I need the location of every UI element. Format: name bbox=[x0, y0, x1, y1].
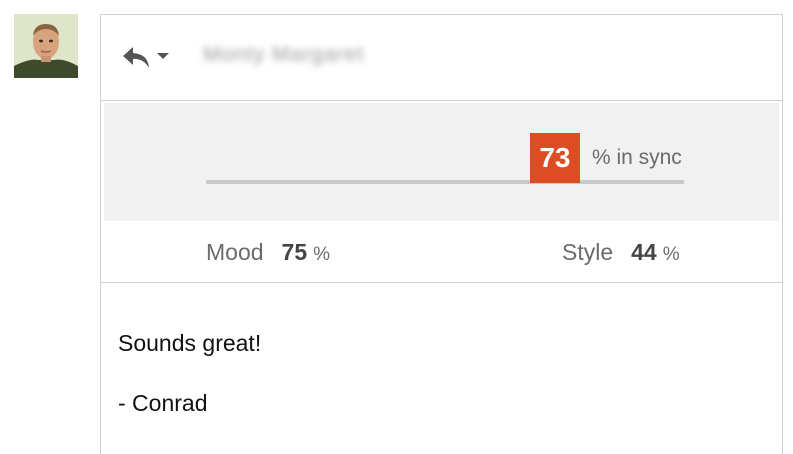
reply-icon[interactable] bbox=[121, 43, 151, 71]
message-line: Sounds great! bbox=[118, 330, 262, 356]
sync-panel: 73 % in sync bbox=[104, 103, 779, 221]
sync-progress-track bbox=[206, 180, 684, 184]
mood-value: 75 bbox=[281, 239, 308, 265]
mood-stat: Mood 75% bbox=[206, 239, 330, 266]
mood-label: Mood bbox=[206, 239, 264, 265]
style-label: Style bbox=[562, 239, 614, 265]
message-card: Monty Margaret 73 % in sync Mood 75% Styl… bbox=[100, 14, 783, 454]
mood-unit: % bbox=[313, 244, 331, 265]
sender-name: Monty Margaret bbox=[203, 43, 365, 66]
stats-row: Mood 75% Style 44% bbox=[101, 221, 782, 283]
style-stat: Style 44% bbox=[562, 239, 680, 266]
style-unit: % bbox=[662, 244, 680, 265]
chevron-down-icon[interactable] bbox=[157, 53, 169, 59]
message-line: - Conrad bbox=[118, 390, 208, 416]
sync-label: % in sync bbox=[591, 146, 682, 169]
sync-score-badge: 73 bbox=[529, 133, 580, 183]
avatar-photo-icon bbox=[14, 14, 78, 78]
style-value: 44 bbox=[631, 239, 657, 265]
message-header: Monty Margaret bbox=[101, 15, 782, 101]
sender-avatar[interactable] bbox=[14, 14, 78, 78]
